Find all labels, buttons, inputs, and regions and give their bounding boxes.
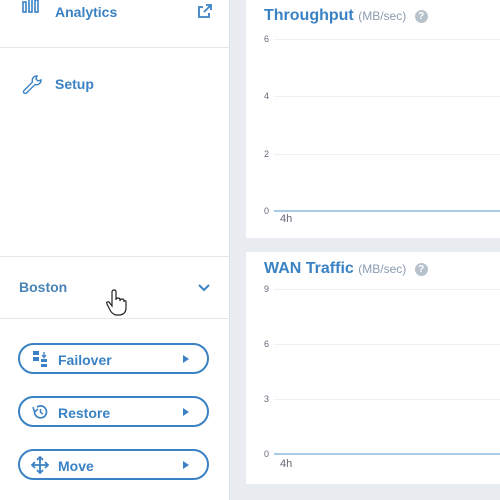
play-arrow-icon <box>183 355 189 363</box>
series-line <box>274 210 500 212</box>
series-line <box>274 453 500 455</box>
help-icon[interactable]: ? <box>414 10 428 23</box>
bar-chart-icon <box>22 0 39 13</box>
y-tick-label: 6 <box>264 339 270 349</box>
restore-label: Restore <box>58 405 111 421</box>
move-arrows-icon <box>31 456 49 474</box>
site-label: Boston <box>19 279 68 295</box>
move-button[interactable]: Move <box>18 449 209 480</box>
x-tick-label: 4h <box>280 458 293 470</box>
wan-traffic-panel: WAN Traffic (MB/sec) ? 9 6 3 0 4h <box>246 252 500 484</box>
panel-title: Throughput (MB/sec) ? <box>264 7 428 25</box>
nav-label-setup: Setup <box>55 76 94 92</box>
chart-unit: (MB/sec) <box>358 9 407 23</box>
failover-icon <box>33 351 47 367</box>
play-arrow-icon <box>183 408 189 416</box>
chevron-down-icon <box>198 284 210 292</box>
throughput-panel: Throughput (MB/sec) ? 6 4 2 0 4h <box>246 0 500 238</box>
restore-history-icon <box>32 405 48 419</box>
restore-button[interactable]: Restore <box>18 396 209 427</box>
chart-unit: (MB/sec) <box>358 262 407 276</box>
wrench-icon <box>22 75 42 94</box>
failover-button[interactable]: Failover <box>18 343 209 374</box>
y-tick-label: 9 <box>264 284 270 294</box>
grid-line <box>274 153 500 155</box>
sidebar: Analytics Setup Boston Failover Restore … <box>0 0 230 500</box>
grid-line <box>274 399 500 400</box>
y-tick-label: 3 <box>264 394 270 404</box>
y-tick-label: 2 <box>264 148 270 159</box>
grid-line <box>274 39 500 40</box>
failover-label: Failover <box>58 352 112 368</box>
y-tick-label: 4 <box>264 91 270 102</box>
help-icon[interactable]: ? <box>414 263 428 276</box>
grid-line <box>274 344 500 345</box>
grid-line <box>274 289 500 290</box>
external-link-icon[interactable] <box>197 3 213 19</box>
x-tick-label: 4h <box>280 213 293 225</box>
grid-line <box>274 96 500 98</box>
nav-label-analytics: Analytics <box>55 4 118 20</box>
chart-title: Throughput <box>264 7 354 24</box>
y-tick-label: 0 <box>264 449 270 459</box>
panel-title: WAN Traffic (MB/sec) ? <box>264 260 428 278</box>
y-tick-label: 6 <box>264 34 270 44</box>
play-arrow-icon <box>183 461 189 469</box>
y-tick-label: 0 <box>264 206 270 216</box>
move-label: Move <box>58 458 94 474</box>
hand-cursor-icon <box>106 289 127 316</box>
divider <box>0 318 229 319</box>
nav-item-setup[interactable]: Setup <box>0 70 229 98</box>
chart-title: WAN Traffic <box>264 260 354 277</box>
nav-item-analytics[interactable]: Analytics <box>0 0 229 30</box>
divider <box>0 47 229 48</box>
